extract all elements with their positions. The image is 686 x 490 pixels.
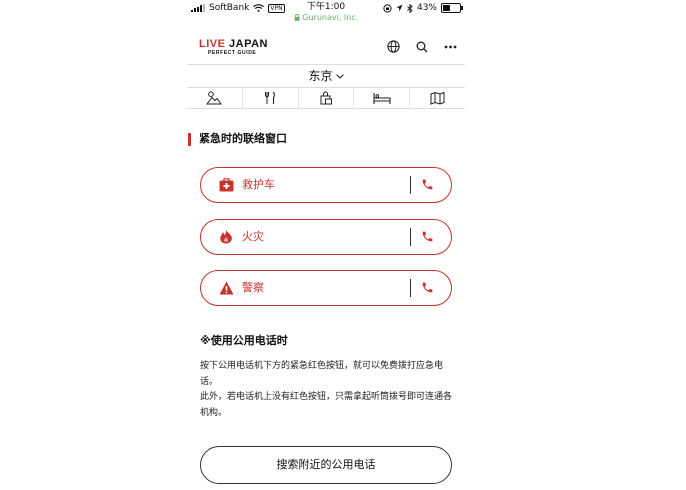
emergency-label: 救护车 (242, 178, 275, 191)
fire-icon (220, 229, 232, 244)
lock-icon (294, 14, 300, 21)
battery-percent: 43% (416, 3, 437, 13)
category-shopping[interactable] (297, 88, 354, 108)
status-right: 43% (383, 3, 463, 13)
hotel-icon (373, 92, 391, 104)
site-url[interactable]: Gurunavi, Inc. (187, 13, 465, 23)
warning-icon (219, 281, 234, 295)
police-call-button[interactable]: 警察 (200, 270, 452, 306)
category-map[interactable] (409, 88, 465, 108)
battery-icon (441, 3, 463, 13)
chevron-down-icon (335, 74, 344, 79)
logo-main: LIVE JAPAN (199, 38, 268, 50)
site-header: LIVE JAPAN PERFECT GUIDE (187, 30, 465, 65)
phone-icon (422, 179, 433, 190)
logo-japan: JAPAN (229, 38, 268, 50)
search-icon[interactable] (416, 41, 428, 53)
live-japan-logo[interactable]: LIVE JAPAN PERFECT GUIDE (199, 38, 268, 57)
logo-subtitle: PERFECT GUIDE (208, 50, 257, 56)
city-selector[interactable]: 东京 (187, 65, 465, 87)
phone-icon (422, 282, 433, 293)
map-icon (430, 91, 445, 105)
bluetooth-icon (407, 3, 413, 13)
search-public-phone-button[interactable]: 搜索附近的公用电话 (200, 446, 452, 484)
category-bar (187, 87, 465, 109)
location-icon (396, 4, 403, 12)
globe-icon[interactable] (387, 40, 400, 53)
status-bar: SoftBank VPN 下午1:00 Gurunavi, Inc. 43% (187, 0, 465, 28)
section-header: 紧急时的联络窗口 (187, 130, 465, 148)
category-dining[interactable] (241, 88, 298, 108)
divider (410, 228, 411, 246)
section-title: 紧急时的联络窗口 (199, 132, 287, 145)
note-paragraph-1: 按下公用电话机下方的紧急红色按钮，就可以免费拨打应急电话。 (200, 361, 444, 387)
emergency-label: 火灾 (242, 230, 264, 243)
divider (410, 176, 411, 194)
site-url-text: Gurunavi, Inc. (302, 13, 359, 22)
phone-screen: SoftBank VPN 下午1:00 Gurunavi, Inc. 43% L… (187, 0, 465, 490)
ambulance-icon (219, 178, 234, 192)
divider (410, 279, 411, 297)
more-icon[interactable] (444, 45, 457, 49)
note-paragraph-2: 此外，若电话机上没有红色按钮，只需拿起听筒拨号即可连通各机构。 (200, 392, 453, 418)
public-phone-note-body: 按下公用电话机下方的紧急红色按钮，就可以免费拨打应急电话。 此外，若电话机上没有… (200, 359, 456, 421)
battery-fill (443, 5, 450, 11)
public-phone-note-title: ※使用公用电话时 (200, 334, 288, 347)
logo-live: LIVE (199, 38, 226, 50)
header-icons (387, 40, 457, 53)
fire-call-button[interactable]: 火灾 (200, 219, 452, 255)
section-accent-bar (188, 133, 191, 146)
emergency-label: 警察 (242, 281, 264, 294)
shopping-icon (320, 91, 332, 105)
ambulance-call-button[interactable]: 救护车 (200, 167, 452, 203)
rotation-lock-icon (383, 3, 392, 13)
sightseeing-icon (206, 91, 223, 105)
city-name: 东京 (308, 69, 333, 83)
dining-icon (265, 91, 276, 104)
category-sightseeing[interactable] (187, 88, 242, 108)
category-hotel[interactable] (353, 88, 409, 108)
phone-icon (422, 231, 433, 242)
